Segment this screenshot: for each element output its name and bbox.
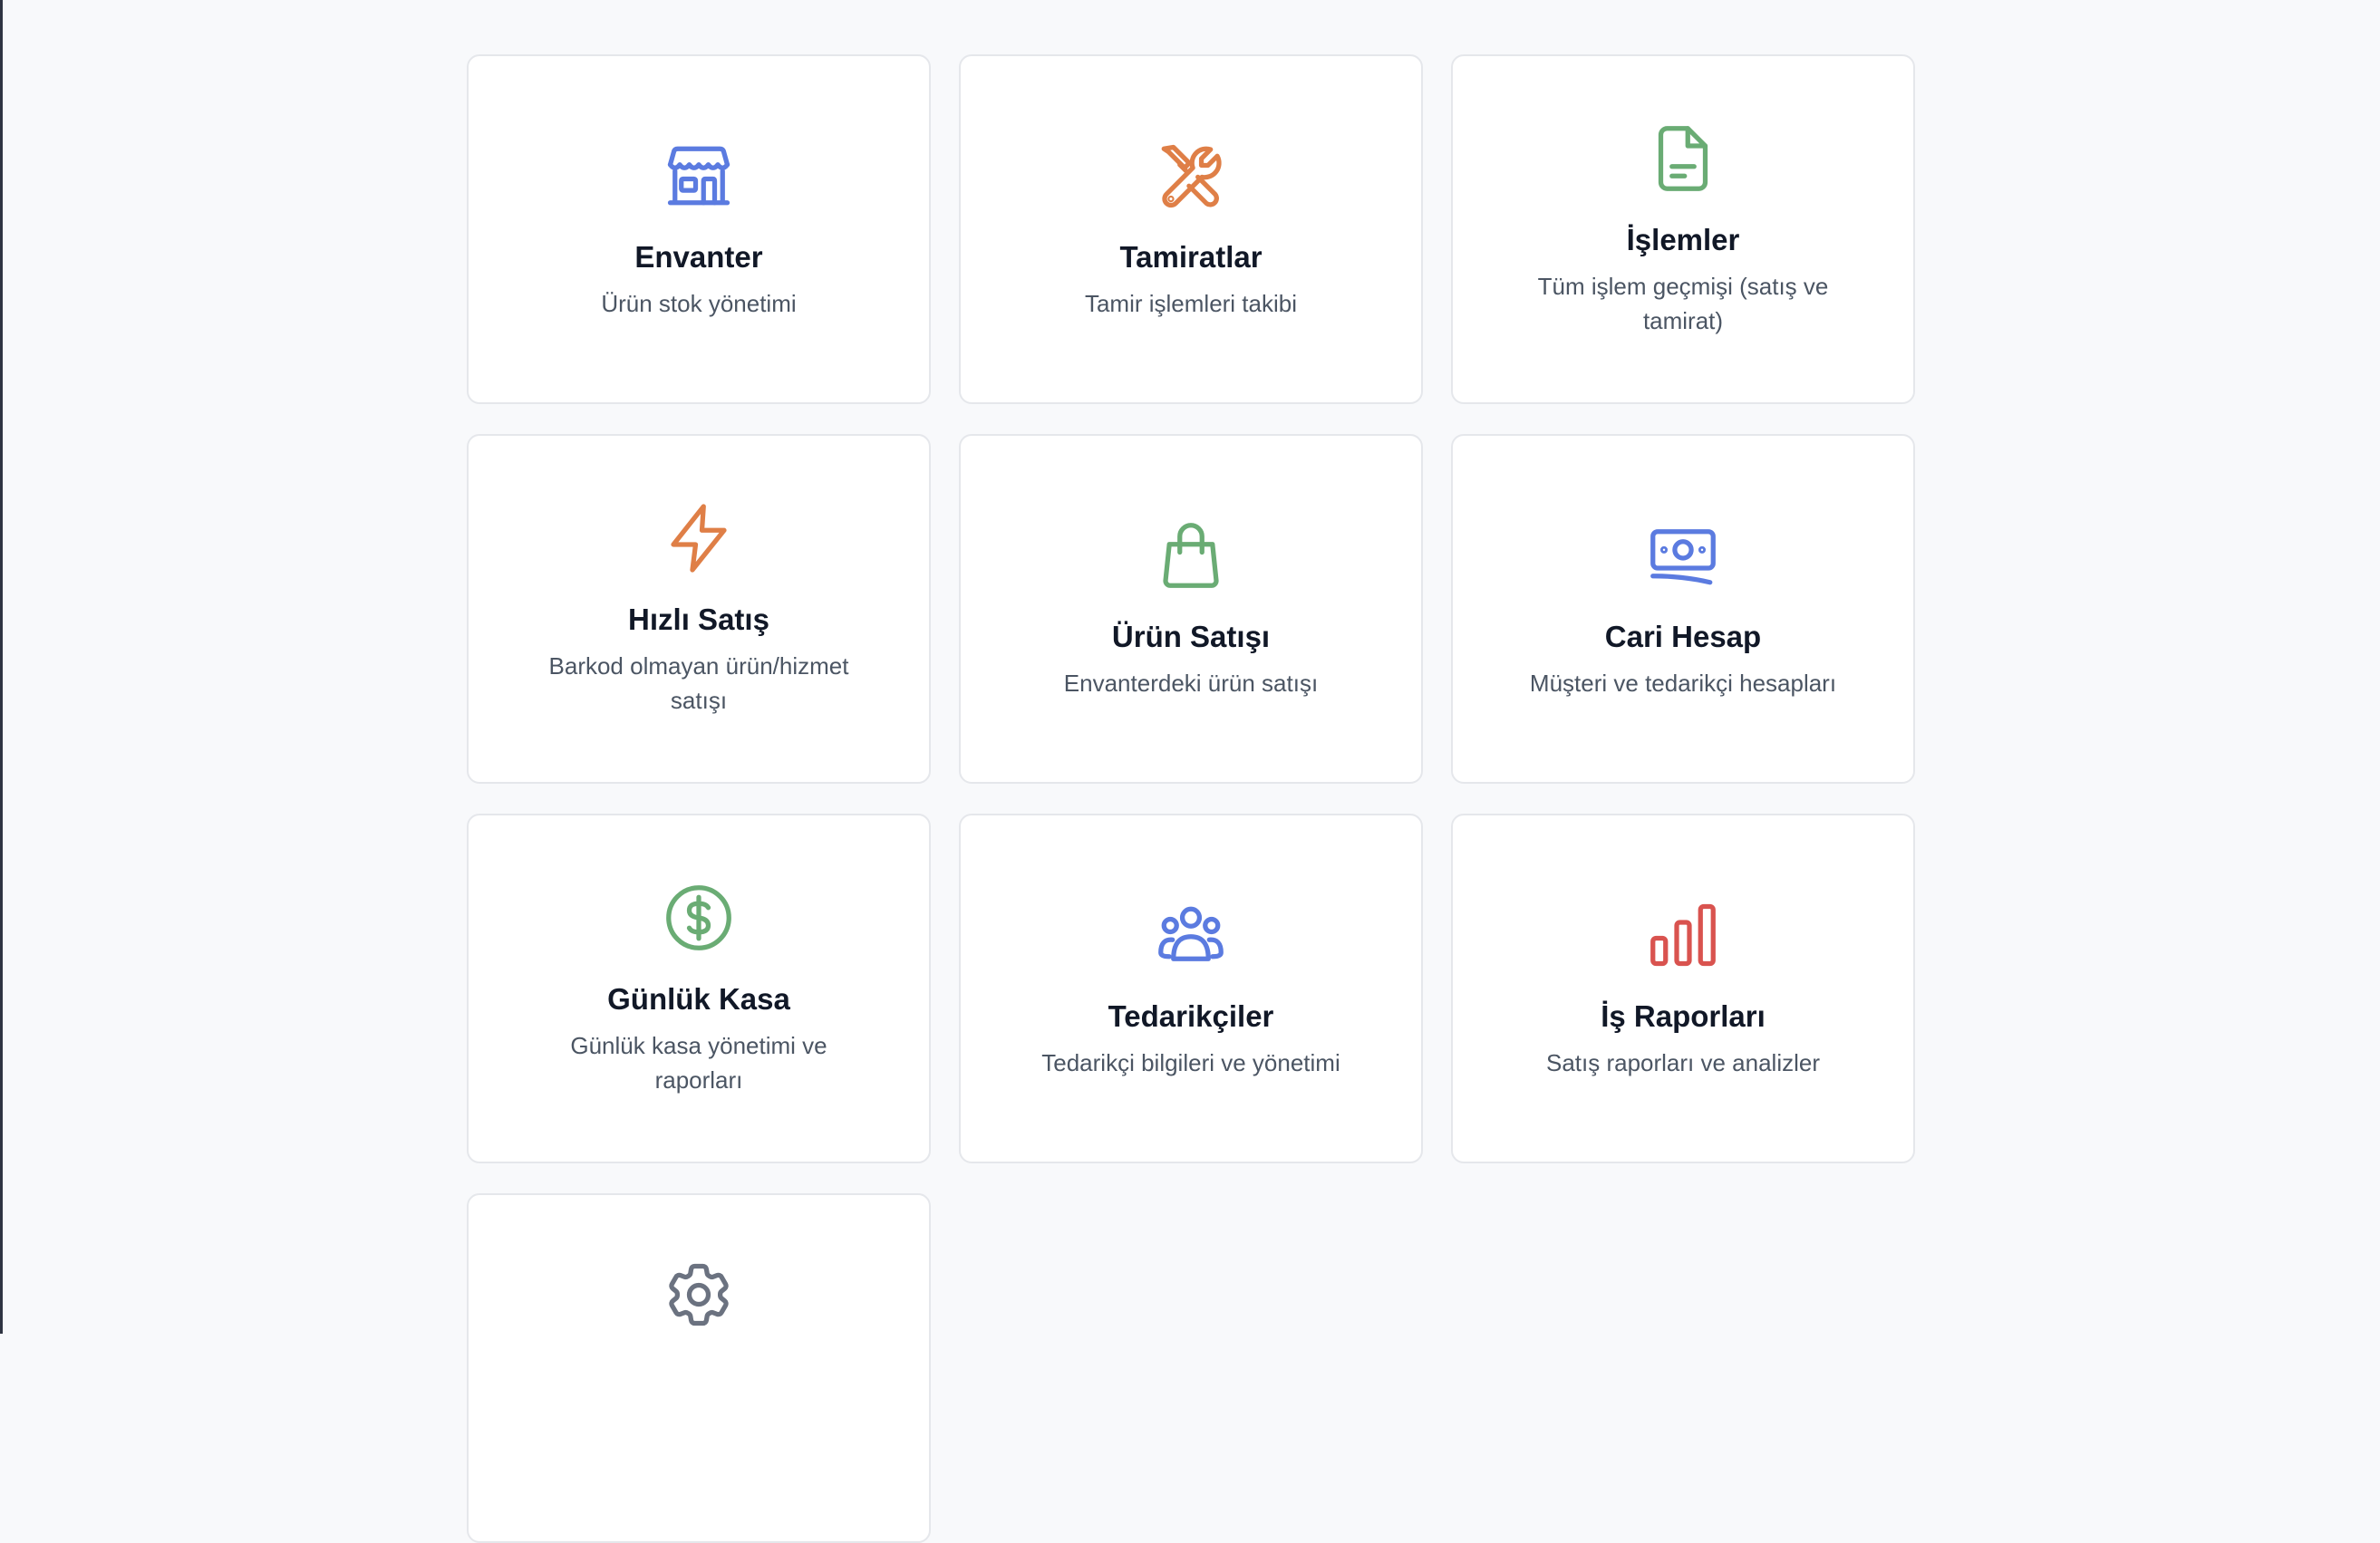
card-description: Müşteri ve tedarikçi hesapları [1529, 669, 1837, 697]
card-description: Ürün stok yönetimi [601, 289, 797, 317]
card-gunluk-kasa[interactable]: Günlük Kasa Günlük kasa yönetimi ve rapo… [467, 814, 931, 1163]
dollar-circle-icon [661, 880, 737, 956]
card-description: Tamir işlemleri takibi [1084, 289, 1298, 317]
card-title: Envanter [634, 240, 763, 275]
card-title: İş Raporları [1601, 999, 1766, 1034]
card-cari-hesap[interactable]: Cari Hesap Müşteri ve tedarikçi hesaplar… [1451, 434, 1915, 784]
card-title: Tamiratlar [1119, 240, 1263, 275]
card-is-raporlari[interactable]: İş Raporları Satış raporları ve analizle… [1451, 814, 1915, 1163]
banknotes-icon [1645, 517, 1721, 593]
storefront-icon [661, 138, 737, 214]
card-title: Günlük Kasa [607, 982, 790, 1017]
card-tedarikciler[interactable]: Tedarikçiler Tedarikçi bilgileri ve yöne… [959, 814, 1423, 1163]
module-grid: Envanter Ürün stok yönetimi Tamiratlar T… [467, 54, 1915, 1543]
card-hizli-satis[interactable]: Hızlı Satış Barkod olmayan ürün/hizmet s… [467, 434, 931, 784]
gear-icon [661, 1257, 737, 1333]
card-description: Satış raporları ve analizler [1545, 1048, 1821, 1076]
user-group-icon [1153, 897, 1229, 973]
card-urun-satisi[interactable]: Ürün Satışı Envanterdeki ürün satışı [959, 434, 1423, 784]
card-envanter[interactable]: Envanter Ürün stok yönetimi [467, 54, 931, 404]
card-title: Tedarikçiler [1108, 999, 1274, 1034]
wrench-screwdriver-icon [1153, 138, 1229, 214]
bar-chart-icon [1645, 897, 1721, 973]
card-description: Barkod olmayan ürün/hizmet satışı [548, 651, 849, 714]
card-description: Envanterdeki ürün satışı [1063, 669, 1319, 697]
card-title: Hızlı Satış [628, 603, 769, 637]
card-tamiratlar[interactable]: Tamiratlar Tamir işlemleri takibi [959, 54, 1423, 404]
card-title: Ürün Satışı [1111, 620, 1271, 654]
card-islemler[interactable]: İşlemler Tüm işlem geçmişi (satış ve tam… [1451, 54, 1915, 404]
card-title: İşlemler [1626, 223, 1740, 257]
card-description: Günlük kasa yönetimi ve raporları [570, 1031, 827, 1094]
shopping-bag-icon [1153, 517, 1229, 593]
card-description: Tüm işlem geçmişi (satış ve tamirat) [1537, 272, 1829, 334]
card-description: Tedarikçi bilgileri ve yönetimi [1041, 1048, 1340, 1076]
window-edge [0, 0, 3, 1334]
card-ayarlar[interactable] [467, 1193, 931, 1543]
lightning-bolt-icon [661, 500, 737, 576]
document-icon [1645, 121, 1721, 197]
card-title: Cari Hesap [1604, 620, 1762, 654]
